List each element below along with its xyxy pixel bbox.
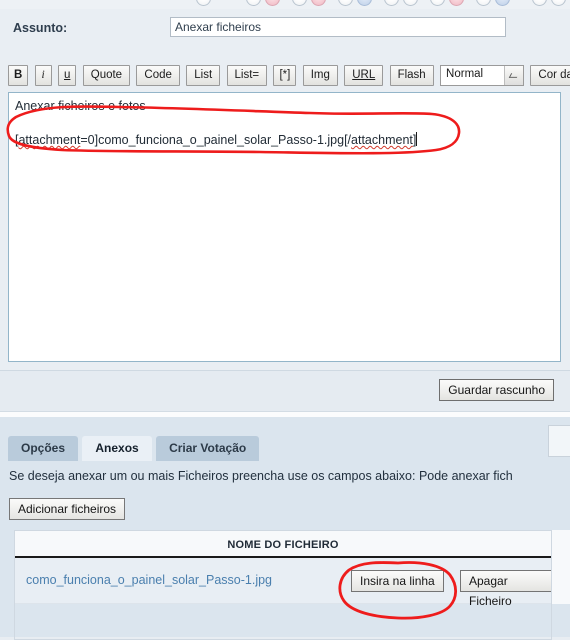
- text-color-button[interactable]: Cor da: [530, 65, 570, 86]
- bbcode-open-tag: attachment: [18, 133, 81, 147]
- subject-input[interactable]: [170, 17, 506, 37]
- ordered-list-button[interactable]: List=: [226, 65, 268, 86]
- message-textarea[interactable]: Anexar ficheiros e fotos [attachment=0]c…: [8, 92, 561, 362]
- text-caret: [416, 132, 418, 146]
- insert-inline-button[interactable]: Insira na linha: [351, 570, 444, 592]
- bbcode-open-rest: =0]: [80, 133, 99, 147]
- chevron-down-icon: [504, 66, 524, 85]
- emoticon-picker-strip[interactable]: [0, 0, 570, 9]
- attachment-table-overflow-column: [548, 425, 570, 457]
- emoticon-icon[interactable]: [551, 0, 566, 6]
- column-header-filename: NOME DO FICHEIRO: [227, 539, 339, 551]
- bbcode-toolbar: B i u Quote Code List List= [*] Img URL …: [0, 65, 570, 88]
- emoticon-icon[interactable]: [338, 0, 353, 6]
- quote-button[interactable]: Quote: [82, 65, 131, 86]
- emoticon-icon[interactable]: [403, 0, 418, 6]
- tab-anexos[interactable]: Anexos: [82, 436, 152, 461]
- url-button[interactable]: URL: [344, 65, 384, 86]
- attachments-panel: Opções Anexos Criar Votação Se deseja an…: [0, 417, 570, 640]
- flash-button[interactable]: Flash: [389, 65, 434, 86]
- list-item-button[interactable]: [*]: [273, 65, 297, 86]
- attachment-help-text: Se deseja anexar um ou mais Ficheiros pr…: [9, 469, 513, 483]
- options-tabs: Opções Anexos Criar Votação: [0, 436, 260, 461]
- image-button[interactable]: Img: [302, 65, 338, 86]
- attachment-table-header: NOME DO FICHEIRO: [14, 530, 552, 558]
- delete-file-button[interactable]: Apagar Ficheiro: [460, 570, 552, 608]
- message-line-1: Anexar ficheiros e fotos: [15, 99, 146, 113]
- tab-criar-votacao[interactable]: Criar Votação: [156, 436, 260, 461]
- tab-opcoes[interactable]: Opções: [8, 436, 79, 461]
- underline-button[interactable]: u: [58, 65, 77, 86]
- list-button[interactable]: List: [186, 65, 221, 86]
- emoticon-icon[interactable]: [384, 0, 399, 6]
- emoticon-icon[interactable]: [265, 0, 280, 6]
- emoticon-icon[interactable]: [292, 0, 307, 6]
- font-size-select[interactable]: Normal: [440, 65, 525, 86]
- draft-bar: Guardar rascunho: [0, 370, 570, 412]
- emoticon-icon[interactable]: [430, 0, 445, 6]
- emoticon-icon[interactable]: [311, 0, 326, 6]
- emoticon-icon[interactable]: [495, 0, 510, 6]
- emoticon-icon[interactable]: [357, 0, 372, 6]
- table-row: como_funciona_o_painel_solar_Passo-1.jpg…: [14, 558, 552, 608]
- emoticon-icon[interactable]: [196, 0, 211, 6]
- subject-label: Assunto:: [13, 21, 68, 35]
- bbcode-close-tag: attachment: [351, 133, 413, 147]
- add-files-button[interactable]: Adicionar ficheiros: [9, 498, 126, 520]
- emoticon-icon[interactable]: [449, 0, 464, 6]
- font-size-select-value: Normal: [446, 68, 484, 80]
- emoticon-icon[interactable]: [532, 0, 547, 6]
- attachment-file-link[interactable]: como_funciona_o_painel_solar_Passo-1.jpg: [26, 573, 272, 587]
- save-draft-button[interactable]: Guardar rascunho: [439, 379, 554, 401]
- code-button[interactable]: Code: [136, 65, 180, 86]
- bbcode-close-prefix: [/: [344, 133, 352, 147]
- emoticon-icon[interactable]: [476, 0, 491, 6]
- italic-button[interactable]: i: [34, 65, 52, 86]
- bold-button[interactable]: B: [8, 65, 29, 86]
- bbcode-filename: como_funciona_o_painel_solar_Passo-1.jpg: [98, 133, 345, 147]
- post-composer-panel: Assunto: B i u Quote Code List List= [*]…: [0, 9, 570, 370]
- emoticon-icon[interactable]: [246, 0, 261, 6]
- subject-row: Assunto:: [0, 14, 570, 50]
- message-line-2: [attachment=0]como_funciona_o_painel_sol…: [15, 132, 554, 149]
- attachment-table: NOME DO FICHEIRO como_funciona_o_painel_…: [14, 530, 570, 608]
